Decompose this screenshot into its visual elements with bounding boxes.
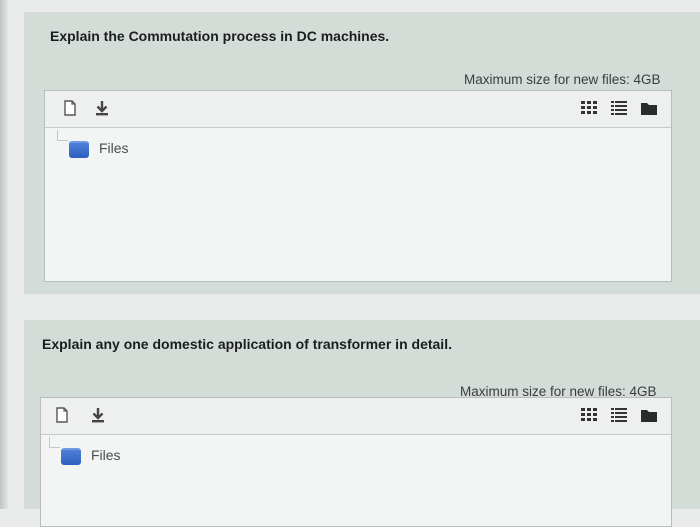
add-file-icon: [56, 407, 68, 423]
grid-view-button[interactable]: [579, 100, 599, 116]
folder-view-button[interactable]: [639, 407, 659, 423]
folder-icon[interactable]: [69, 141, 89, 158]
file-manager: Files: [40, 397, 672, 527]
grid-view-icon: [581, 101, 597, 114]
folder-icon[interactable]: [61, 448, 81, 465]
folder-label[interactable]: Files: [91, 447, 121, 463]
download-icon: [96, 101, 108, 116]
view-switcher: [579, 100, 659, 116]
list-view-button[interactable]: [609, 100, 629, 116]
folder-view-icon: [641, 409, 657, 422]
view-switcher: [579, 407, 659, 423]
folder-view-button[interactable]: [639, 100, 659, 116]
files-area: Files: [41, 435, 671, 526]
folder-view-icon: [641, 102, 657, 115]
question-text: Explain the Commutation process in DC ma…: [50, 28, 390, 44]
grid-view-button[interactable]: [579, 407, 599, 423]
folder-label[interactable]: Files: [99, 140, 129, 156]
tree-line: [57, 130, 68, 141]
grid-view-icon: [581, 408, 597, 421]
files-area: Files: [45, 128, 671, 281]
tree-line: [49, 437, 60, 448]
file-manager: Files: [44, 90, 672, 282]
file-manager-toolbar: [41, 398, 671, 435]
list-view-icon: [611, 408, 627, 422]
question-1: Explain the Commutation process in DC ma…: [24, 12, 700, 294]
question-2: Explain any one domestic application of …: [24, 320, 700, 527]
add-file-button[interactable]: [61, 99, 79, 117]
download-icon: [92, 408, 104, 423]
list-view-button[interactable]: [609, 407, 629, 423]
add-file-icon: [64, 100, 76, 116]
add-file-button[interactable]: [53, 406, 71, 424]
download-button[interactable]: [89, 406, 107, 424]
max-size-text: Maximum size for new files: 4GB: [464, 72, 661, 87]
screen-edge: [0, 0, 8, 509]
file-manager-toolbar: [45, 91, 671, 128]
question-text: Explain any one domestic application of …: [42, 336, 452, 352]
list-view-icon: [611, 101, 627, 115]
download-button[interactable]: [93, 99, 111, 117]
